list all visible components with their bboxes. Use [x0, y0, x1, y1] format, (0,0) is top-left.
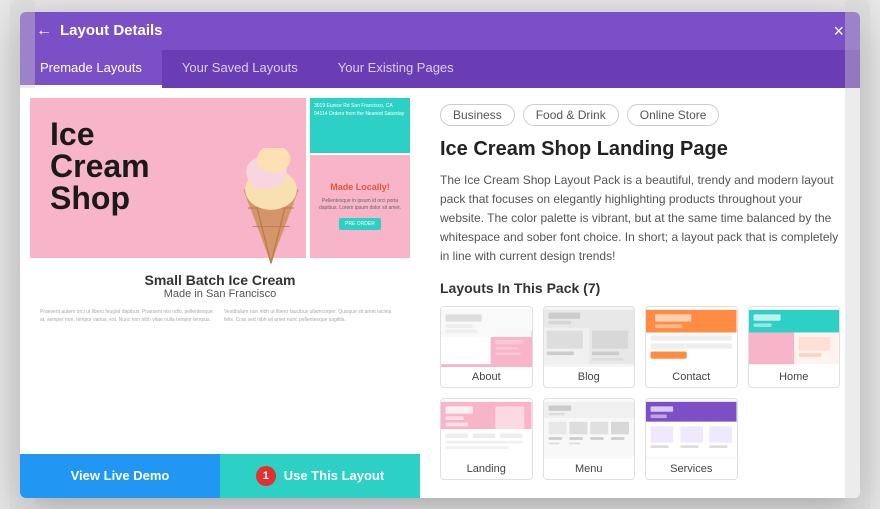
tags-row: Business Food & Drink Online Store	[440, 104, 840, 126]
tag-business[interactable]: Business	[440, 104, 515, 126]
back-icon[interactable]: ←	[36, 22, 52, 40]
layout-thumb-menu[interactable]: Menu	[543, 398, 636, 480]
use-layout-label: Use This Layout	[284, 468, 384, 483]
modal-body: IceCreamShop	[20, 88, 860, 498]
layout-thumb-label-blog: Blog	[544, 367, 635, 387]
left-panel: IceCreamShop	[20, 88, 420, 498]
layout-thumb-label-about: About	[441, 367, 532, 387]
preview-buttons: View Live Demo 1 Use This Layout	[20, 454, 420, 498]
layout-thumb-services[interactable]: Services	[645, 398, 738, 480]
preview-sub2: Made in San Francisco	[145, 288, 296, 300]
layout-thumb-label-contact: Contact	[646, 367, 737, 387]
preview-text-col1: Praesent autem orci ut libero feugiat da…	[40, 308, 216, 324]
layout-thumb-label-services: Services	[646, 459, 737, 479]
layout-thumb-label-landing: Landing	[441, 459, 532, 479]
modal-overlay: ← Layout Details × Premade Layouts Your …	[0, 0, 880, 509]
modal-header-left: ← Layout Details	[36, 22, 163, 40]
preview-text-cols: Praesent autem orci ut libero feugiat da…	[30, 308, 410, 324]
ice-cream-cone-image	[236, 148, 306, 268]
tag-online-store[interactable]: Online Store	[627, 104, 720, 126]
preview-desc-text: Pellentesque in ipsum id orci porta dapi…	[310, 196, 410, 214]
close-icon[interactable]: ×	[833, 22, 844, 40]
view-live-demo-button[interactable]: View Live Demo	[20, 454, 220, 498]
layout-thumb-img-about	[441, 307, 532, 367]
tab-saved-layouts[interactable]: Your Saved Layouts	[162, 50, 318, 88]
order-button-preview: PRE ORDER	[339, 218, 381, 230]
layout-thumb-landing[interactable]: Landing	[440, 398, 533, 480]
layout-thumb-label-home: Home	[749, 367, 840, 387]
ice-cream-shop-title: IceCreamShop	[40, 108, 160, 224]
layout-thumb-img-blog	[544, 307, 635, 367]
made-locally-text: Made Locally!	[330, 182, 390, 192]
preview-right-col: 3019 Eunice Rd San Francisco, CA 94114 O…	[310, 98, 410, 258]
right-panel: Business Food & Drink Online Store Ice C…	[420, 88, 860, 498]
layouts-grid: About	[440, 306, 840, 480]
tab-premade[interactable]: Premade Layouts	[20, 50, 162, 88]
layouts-heading: Layouts In This Pack (7)	[440, 280, 840, 296]
preview-pink-block2: Made Locally! Pellentesque in ipsum id o…	[310, 155, 410, 258]
modal-header: ← Layout Details ×	[20, 12, 860, 50]
preview-pink-block: IceCreamShop	[30, 98, 306, 258]
preview-title-section: Small Batch Ice Cream Made in San Franci…	[145, 264, 296, 304]
page-description: The Ice Cream Shop Layout Pack is a beau…	[440, 171, 840, 267]
modal-tabs: Premade Layouts Your Saved Layouts Your …	[20, 50, 860, 88]
badge-count: 1	[256, 466, 276, 486]
preview-container: IceCreamShop	[30, 98, 410, 324]
page-title: Ice Cream Shop Landing Page	[440, 138, 840, 161]
layout-thumb-label-menu: Menu	[544, 459, 635, 479]
layout-thumb-img-contact	[646, 307, 737, 367]
use-this-layout-button[interactable]: 1 Use This Layout	[220, 454, 420, 498]
layout-thumb-img-landing	[441, 399, 532, 459]
address-text: 3019 Eunice Rd San Francisco, CA 94114 O…	[314, 102, 406, 118]
tag-food-drink[interactable]: Food & Drink	[523, 104, 619, 126]
layout-thumb-img-menu	[544, 399, 635, 459]
modal-container: ← Layout Details × Premade Layouts Your …	[20, 12, 860, 498]
preview-image-area: IceCreamShop	[20, 88, 420, 454]
layout-thumb-about[interactable]: About	[440, 306, 533, 388]
preview-subtitle: Small Batch Ice Cream	[145, 272, 296, 288]
right-decoration	[845, 0, 870, 509]
layout-thumb-img-home	[749, 307, 840, 367]
preview-top: IceCreamShop	[30, 98, 410, 258]
layout-thumb-contact[interactable]: Contact	[645, 306, 738, 388]
preview-text-col2: Vestibulum non nibh ut libero faucibus u…	[224, 308, 400, 324]
layout-thumb-blog[interactable]: Blog	[543, 306, 636, 388]
preview-teal-block: 3019 Eunice Rd San Francisco, CA 94114 O…	[310, 98, 410, 153]
layout-thumb-img-services	[646, 399, 737, 459]
modal-title: Layout Details	[60, 22, 163, 39]
layout-thumb-home[interactable]: Home	[748, 306, 841, 388]
tab-existing-pages[interactable]: Your Existing Pages	[318, 50, 474, 88]
